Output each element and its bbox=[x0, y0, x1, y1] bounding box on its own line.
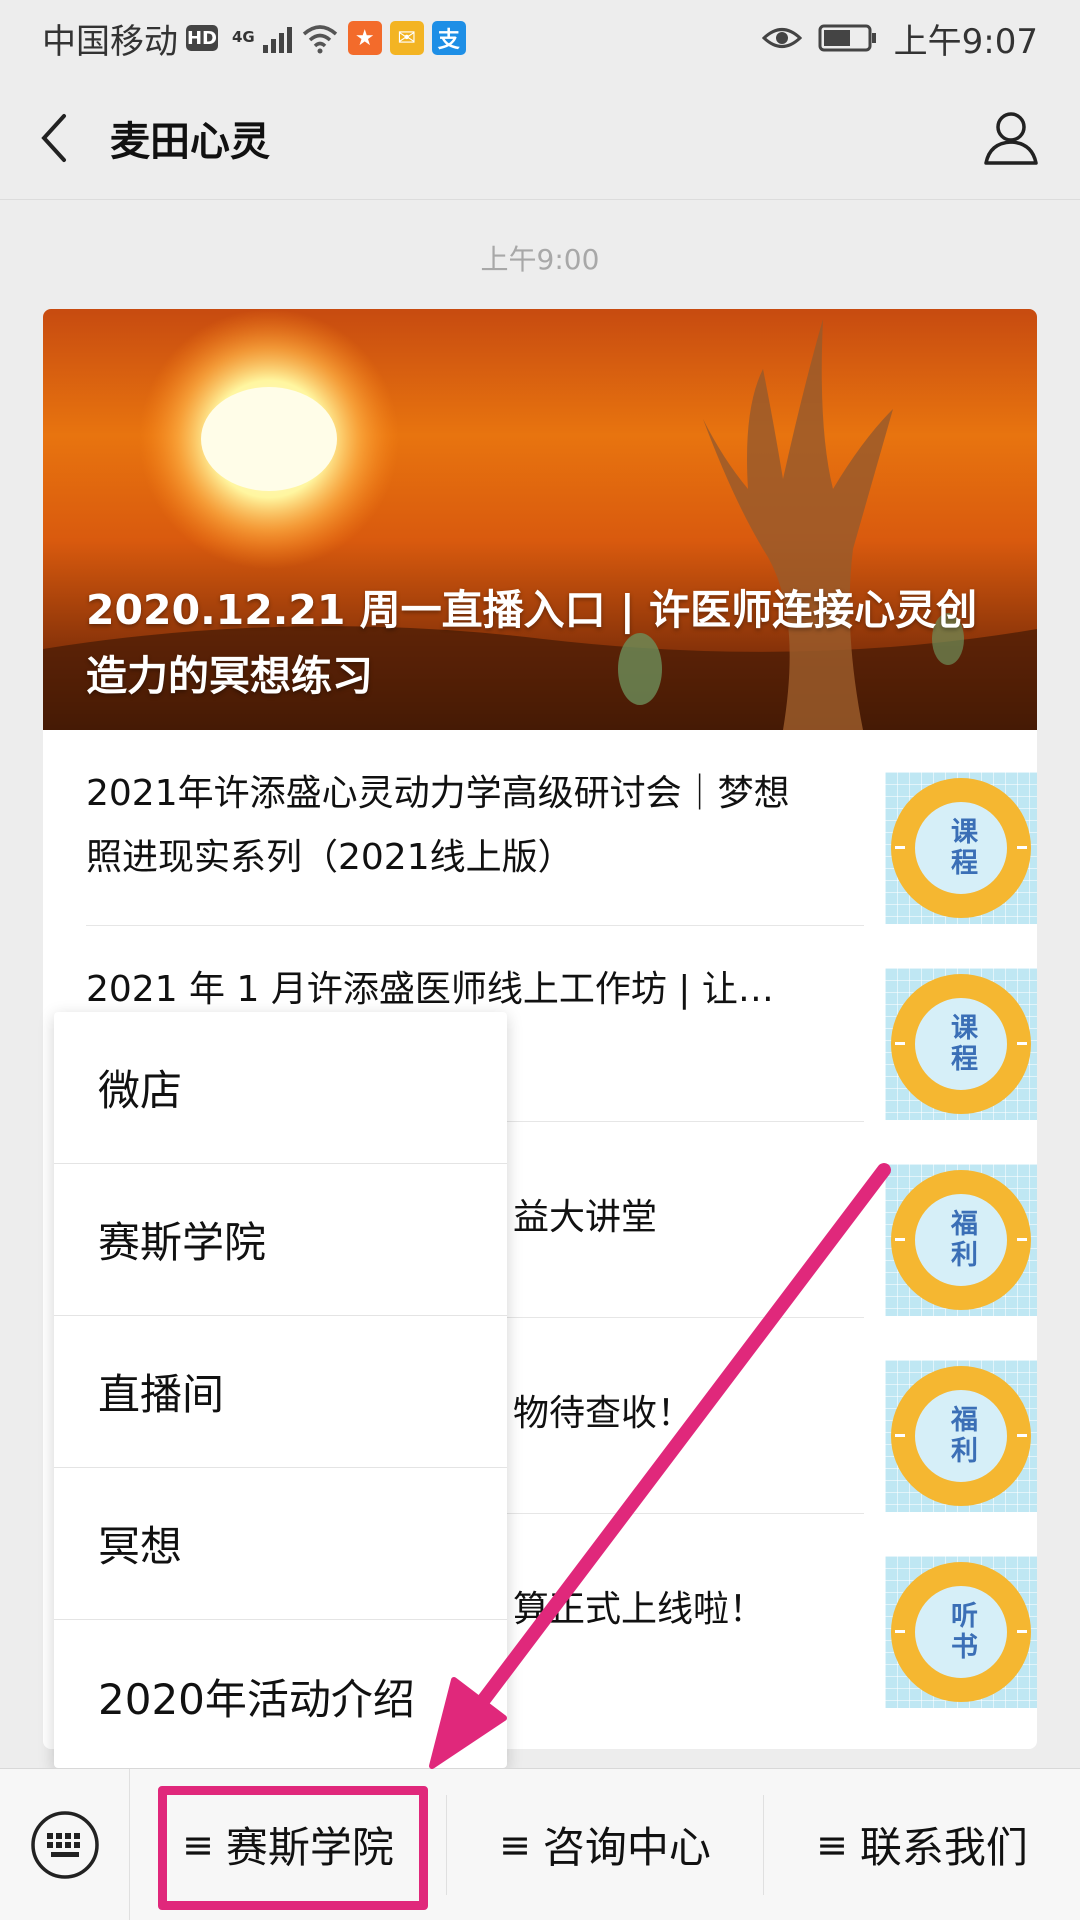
course-badge-icon: 课程 bbox=[891, 974, 1031, 1114]
submenu-item-meditation[interactable]: 冥想 bbox=[54, 1468, 507, 1620]
mail-app-icon: ✉ bbox=[389, 21, 424, 55]
back-arrow-icon bbox=[41, 113, 66, 162]
article-title: 物待查收！ bbox=[513, 1393, 694, 1434]
submenu-item-live-room[interactable]: 直播间 bbox=[54, 1316, 507, 1468]
alipay-icon: 支 bbox=[431, 21, 466, 55]
battery-icon bbox=[818, 24, 876, 52]
article-title: 算正式上线啦！ bbox=[513, 1589, 766, 1630]
keyboard-icon bbox=[30, 1810, 99, 1879]
menu-tab-label: 咨询中心 bbox=[542, 1823, 711, 1872]
course-badge-icon: 课程 bbox=[891, 778, 1031, 918]
submenu-item-seth-academy[interactable]: 赛斯学院 bbox=[54, 1164, 507, 1316]
audiobook-badge-icon: 听书 bbox=[891, 1562, 1031, 1702]
article-thumbnail: 课程 bbox=[885, 772, 1037, 924]
submenu-item-2020-events[interactable]: 2020年活动介绍 bbox=[54, 1620, 507, 1772]
signal-icon bbox=[262, 23, 292, 53]
cover-title: 2020.12.21 周一直播入口 | 许医师连接心灵创造力的冥想练习 bbox=[86, 586, 978, 700]
eye-comfort-icon bbox=[761, 28, 802, 48]
clock: 上午9:07 bbox=[893, 21, 1038, 62]
page-title: 麦田心灵 bbox=[110, 118, 270, 165]
cover-article[interactable]: 2020.12.21 周一直播入口 | 许医师连接心灵创造力的冥想练习 bbox=[43, 309, 1037, 730]
annotation-highlight-box bbox=[158, 1786, 428, 1910]
article-thumbnail: 福利 bbox=[885, 1164, 1037, 1316]
menu-tab-label: 联系我们 bbox=[859, 1823, 1028, 1872]
status-bar: 中国移动 HD 4G ★ ✉ 支 上午9:07 bbox=[0, 0, 1080, 76]
carrier-name: 中国移动 bbox=[42, 21, 178, 62]
article-thumbnail: 课程 bbox=[885, 968, 1037, 1120]
submenu-popup: 微店 赛斯学院 直播间 冥想 2020年活动介绍 bbox=[54, 1012, 507, 1768]
wifi-icon bbox=[302, 25, 337, 54]
menu-lines-icon: ≡ bbox=[816, 1822, 848, 1867]
menu-tab-contact-us[interactable]: ≡ 联系我们 bbox=[764, 1795, 1080, 1895]
profile-button[interactable] bbox=[956, 76, 1066, 200]
back-button[interactable] bbox=[4, 76, 104, 200]
sports-app-icon: ★ bbox=[347, 21, 382, 55]
article-thumbnail: 听书 bbox=[885, 1556, 1037, 1708]
benefit-badge-icon: 福利 bbox=[891, 1366, 1031, 1506]
network-type: 4G bbox=[232, 27, 255, 46]
hd-icon: HD bbox=[186, 25, 218, 51]
status-left: 中国移动 HD 4G ★ ✉ 支 bbox=[42, 14, 466, 63]
nav-bar: 麦田心灵 bbox=[0, 76, 1080, 200]
article-thumbnail: 福利 bbox=[885, 1360, 1037, 1512]
article-item[interactable]: 2021年许添盛心灵动力学高级研讨会｜梦想照进现实系列（2021线上版） 课程 bbox=[86, 730, 1037, 926]
message-timestamp: 上午9:00 bbox=[480, 243, 600, 276]
article-title: 2021年许添盛心灵动力学高级研讨会｜梦想照进现实系列（2021线上版） bbox=[86, 773, 790, 878]
status-right: 上午9:07 bbox=[761, 14, 1038, 63]
keyboard-toggle-button[interactable] bbox=[0, 1768, 130, 1920]
benefit-badge-icon: 福利 bbox=[891, 1170, 1031, 1310]
menu-tab-consulting-center[interactable]: ≡ 咨询中心 bbox=[447, 1794, 764, 1895]
article-title: 益大讲堂 bbox=[513, 1197, 658, 1238]
submenu-item-microstore[interactable]: 微店 bbox=[54, 1012, 507, 1164]
user-icon bbox=[984, 111, 1038, 165]
menu-lines-icon: ≡ bbox=[499, 1822, 531, 1867]
